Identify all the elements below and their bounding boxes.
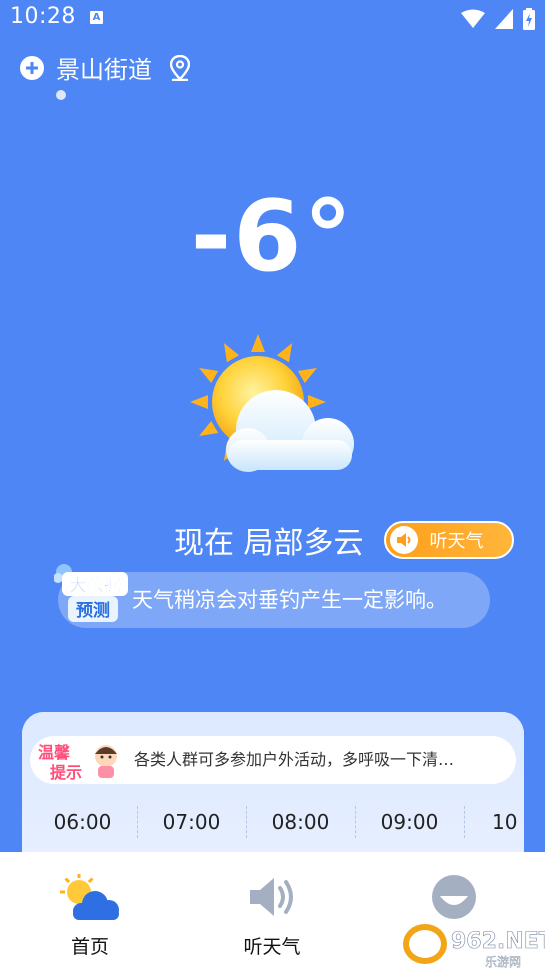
hour-label: 10 bbox=[492, 810, 518, 834]
bigdata-tip-text: 天气稍凉会对垂钓产生一定影响。 bbox=[132, 588, 447, 612]
location-pin-icon[interactable] bbox=[170, 54, 190, 81]
hour-label: 06:00 bbox=[53, 810, 112, 834]
bigdata-forecast-banner[interactable]: 大数据 预测 天气稍凉会对垂钓产生一定影响。 bbox=[54, 564, 490, 628]
signal-icon bbox=[495, 9, 513, 29]
warm-badge-line1: 温馨 bbox=[37, 743, 71, 762]
current-temperature: -6° bbox=[190, 180, 355, 294]
listen-weather-button[interactable]: 听天气 bbox=[383, 521, 514, 559]
bottom-navigation: 首页 听天气 962.NET 乐游网 bbox=[0, 852, 545, 970]
battery-icon bbox=[523, 8, 535, 30]
warm-tip-banner[interactable]: 温馨 提示 各类人群可多参加户外活动，多呼吸一下清… bbox=[30, 736, 516, 784]
notification-icon: A bbox=[90, 11, 103, 24]
warm-tip-badge-icon: 温馨 提示 bbox=[37, 743, 117, 782]
weather-condition: 现在 局部多云 bbox=[174, 526, 364, 561]
bigdata-badge-icon: 大数据 预测 bbox=[54, 564, 128, 622]
site-watermark-logo: 962.NET 乐游网 bbox=[403, 924, 545, 969]
hourly-forecast[interactable]: 06:00 07:00 08:00 09:00 10 bbox=[22, 800, 524, 844]
speaker-icon bbox=[250, 878, 293, 916]
status-bar: 10:28 A bbox=[0, 0, 545, 38]
bigdata-badge-line2: 预测 bbox=[76, 600, 110, 621]
listen-weather-label: 听天气 bbox=[429, 531, 484, 552]
add-city-icon[interactable] bbox=[20, 55, 44, 80]
condition-row: 现在 局部多云 听天气 bbox=[174, 518, 514, 562]
nav-listen-weather[interactable]: 听天气 bbox=[212, 874, 332, 959]
hour-label: 09:00 bbox=[380, 810, 439, 834]
warm-tip-text: 各类人群可多参加户外活动，多呼吸一下清… bbox=[134, 750, 455, 769]
location-name[interactable]: 景山街道 bbox=[56, 50, 152, 85]
watermark-text: 962.NET bbox=[451, 929, 545, 954]
nav-home[interactable]: 首页 bbox=[30, 873, 150, 959]
status-time: 10:28 bbox=[10, 4, 76, 29]
speaker-icon bbox=[389, 526, 418, 554]
status-icons bbox=[461, 8, 535, 30]
partly-cloudy-icon bbox=[190, 334, 354, 472]
bigdata-badge-line1: 大数据 bbox=[70, 575, 121, 596]
nav-home-label: 首页 bbox=[70, 936, 109, 958]
nav-listen-weather-label: 听天气 bbox=[243, 936, 301, 958]
hour-label: 08:00 bbox=[271, 810, 330, 834]
page-indicator-dot bbox=[56, 90, 66, 100]
watermark-subtext: 乐游网 bbox=[485, 955, 521, 969]
sun-cloud-icon bbox=[60, 873, 119, 920]
location-row: 景山街道 bbox=[20, 50, 190, 85]
wifi-icon bbox=[461, 9, 485, 28]
warm-badge-line2: 提示 bbox=[50, 763, 82, 782]
hour-label: 07:00 bbox=[162, 810, 221, 834]
